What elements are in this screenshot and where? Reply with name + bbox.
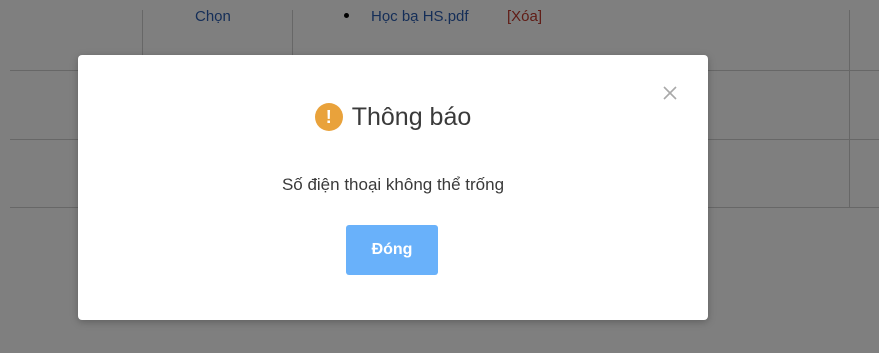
- warning-icon: !: [314, 103, 343, 131]
- notification-dialog: ! Thông báo Số điện thoại không thể trốn…: [78, 55, 708, 320]
- page: Chọn Học bạ HS.pdf [Xóa] ! Thông báo Số …: [0, 0, 879, 353]
- dialog-header: ! Thông báo: [78, 99, 708, 135]
- dialog-title: Thông báo: [351, 102, 472, 131]
- dialog-message: Số điện thoại không thể trống: [281, 175, 505, 194]
- close-button[interactable]: Đóng: [346, 225, 438, 275]
